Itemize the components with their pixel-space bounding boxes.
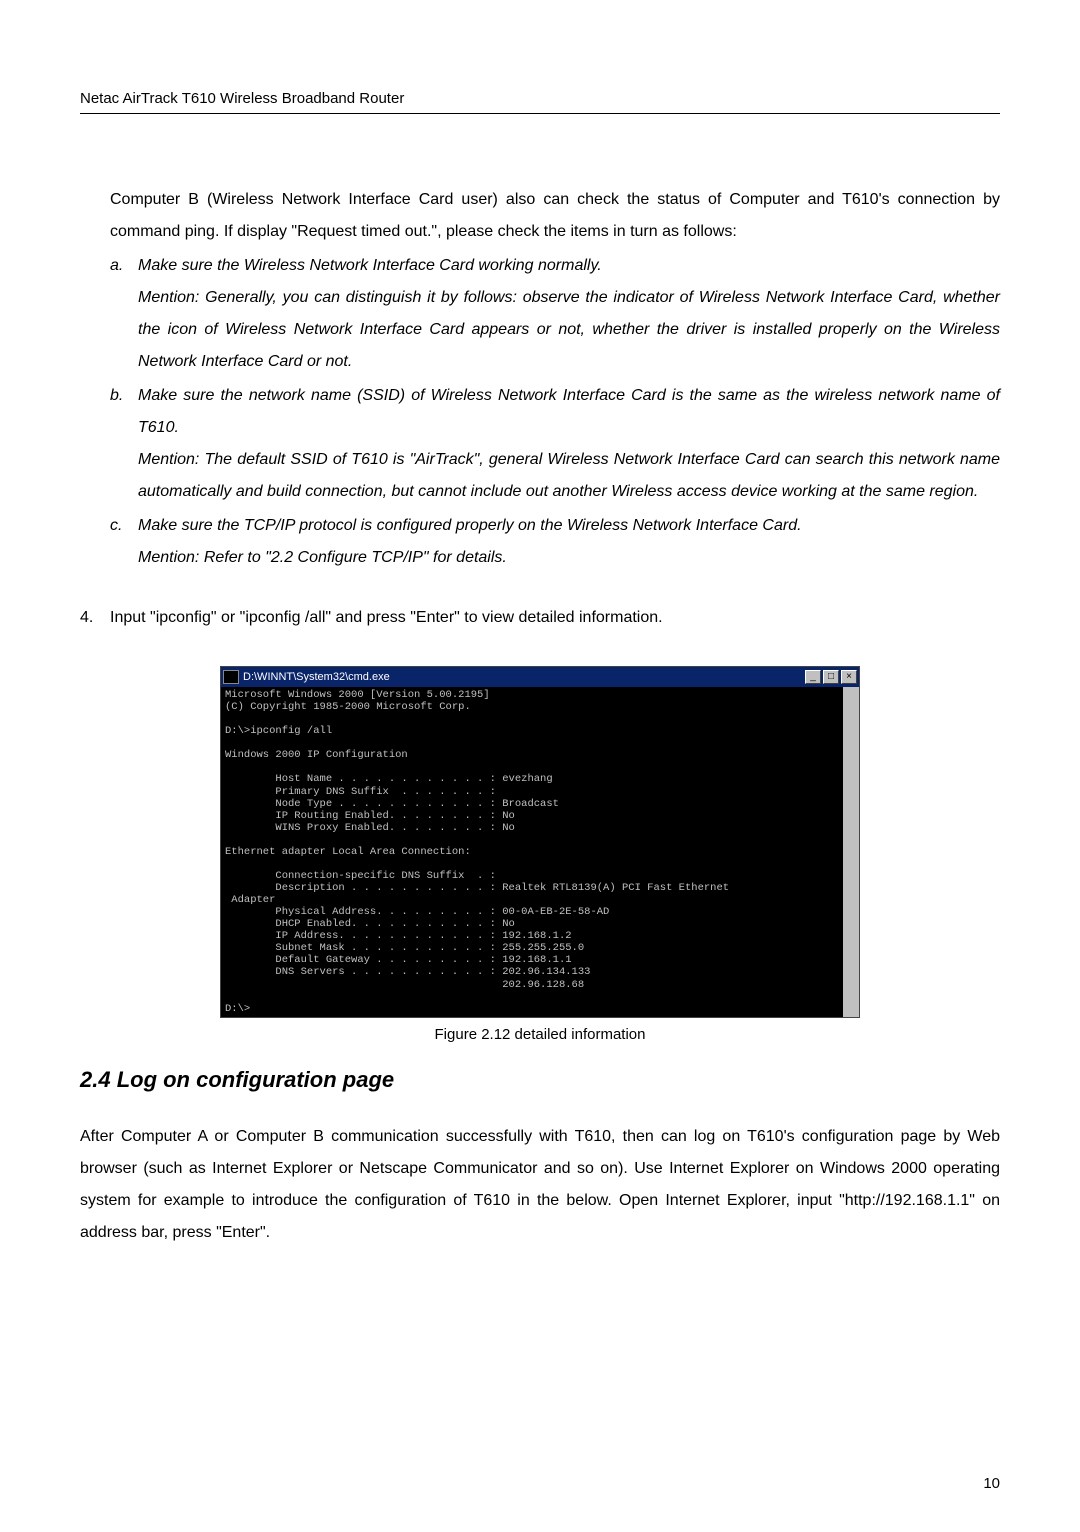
scroll-up-button[interactable]: ▲	[843, 687, 859, 703]
cmd-text: Microsoft Windows 2000 [Version 5.00.219…	[225, 689, 729, 1015]
alpha-list: a. Make sure the Wireless Network Interf…	[110, 250, 1000, 574]
list-marker: b.	[110, 380, 123, 412]
scroll-down-button[interactable]: ▼	[843, 1001, 859, 1017]
list-item: 4. Input "ipconfig" or "ipconfig /all" a…	[80, 602, 1000, 634]
list-text: Make sure the Wireless Network Interface…	[138, 257, 1000, 370]
list-item: c. Make sure the TCP/IP protocol is conf…	[110, 510, 1000, 574]
document-page: Netac AirTrack T610 Wireless Broadband R…	[0, 0, 1080, 1289]
cmd-window: D:\WINNT\System32\cmd.exe _ □ × Microsof…	[220, 666, 860, 1018]
window-title: D:\WINNT\System32\cmd.exe	[243, 671, 803, 684]
minimize-button[interactable]: _	[805, 670, 821, 684]
list-item: a. Make sure the Wireless Network Interf…	[110, 250, 1000, 378]
cmd-output[interactable]: Microsoft Windows 2000 [Version 5.00.219…	[221, 687, 859, 1017]
list-text: Make sure the network name (SSID) of Wir…	[138, 387, 1000, 500]
window-titlebar[interactable]: D:\WINNT\System32\cmd.exe _ □ ×	[221, 667, 859, 687]
list-marker: c.	[110, 510, 122, 542]
maximize-button[interactable]: □	[823, 670, 839, 684]
list-marker: a.	[110, 250, 123, 282]
list-text: Input "ipconfig" or "ipconfig /all" and …	[110, 609, 663, 626]
section-body: After Computer A or Computer B communica…	[80, 1121, 1000, 1249]
intro-paragraph: Computer B (Wireless Network Interface C…	[110, 184, 1000, 248]
cmd-icon	[223, 670, 239, 684]
numbered-list: 4. Input "ipconfig" or "ipconfig /all" a…	[80, 602, 1000, 634]
running-header: Netac AirTrack T610 Wireless Broadband R…	[80, 90, 1000, 114]
close-button[interactable]: ×	[841, 670, 857, 684]
list-text: Make sure the TCP/IP protocol is configu…	[138, 517, 802, 566]
figure-caption: Figure 2.12 detailed information	[80, 1026, 1000, 1043]
list-marker: 4.	[80, 602, 93, 634]
page-number: 10	[983, 1475, 1000, 1492]
section-heading: 2.4 Log on configuration page	[80, 1067, 1000, 1093]
list-item: b. Make sure the network name (SSID) of …	[110, 380, 1000, 508]
